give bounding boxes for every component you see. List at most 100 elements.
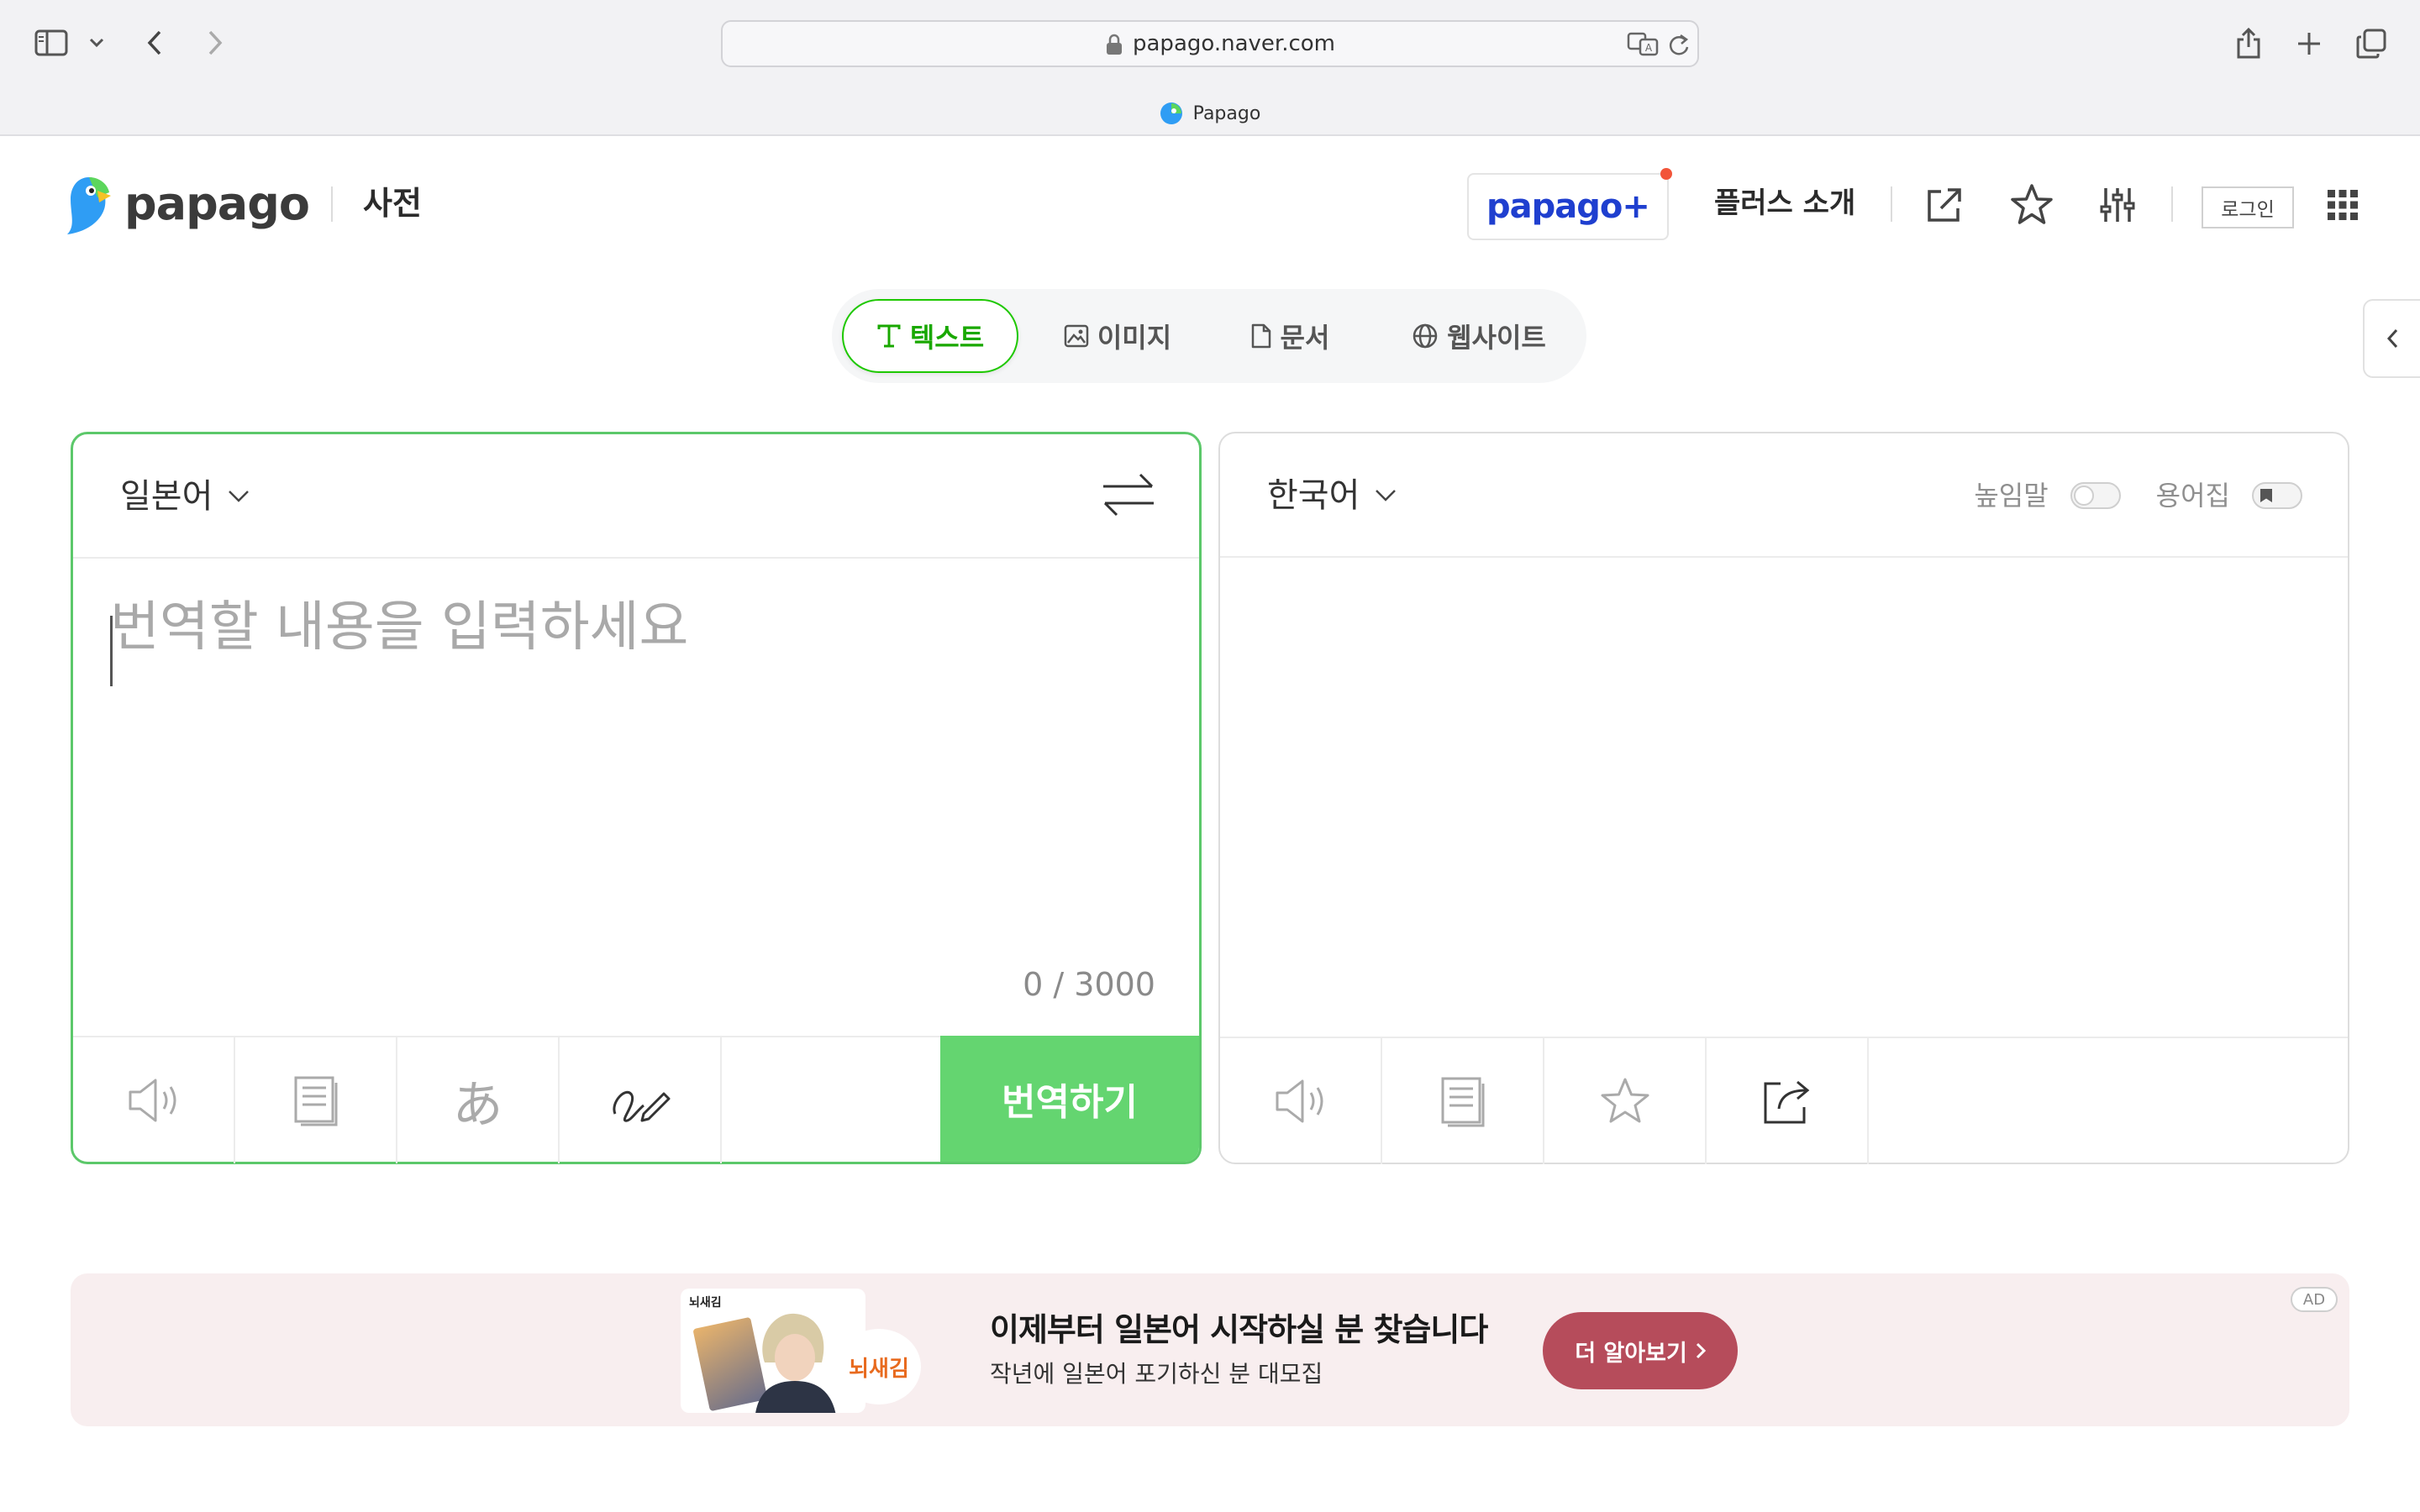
address-bar[interactable]: papago.naver.com A [721,20,1699,67]
favorites-star-icon[interactable] [2007,180,2057,230]
character-counter: 0 / 3000 [1023,966,1155,1003]
url-text: papago.naver.com [1133,31,1335,56]
apps-grid-icon[interactable] [2317,180,2368,230]
lock-icon [1106,34,1123,59]
star-icon [1601,1078,1649,1123]
honorific-label: 높임말 [1974,480,2049,512]
ad-tag: AD [2291,1287,2338,1312]
source-text-input[interactable] [110,594,1152,913]
forward-icon[interactable] [198,24,232,62]
tab-text-label: 텍스트 [909,322,985,354]
toggle-knob [2073,486,2094,506]
source-toolbar: あ 번역하기 [73,1036,1199,1163]
tab-document-label: 문서 [1280,322,1330,354]
ad-image: 뇌새김 [681,1289,865,1413]
login-button[interactable]: 로그인 [2202,186,2294,228]
save-favorite-button[interactable] [1544,1038,1707,1164]
share-icon [1764,1080,1809,1124]
speaker-icon [129,1079,176,1122]
glossary-label: 용어집 [2155,480,2230,512]
globe-icon [1413,323,1438,349]
back-icon[interactable] [138,24,171,62]
reload-icon[interactable] [1667,32,1691,60]
dictionary-link[interactable]: 사전 [363,183,422,223]
ad-cta-label: 더 알아보기 [1575,1340,1687,1367]
ad-brand-badge: 뇌새김 [837,1329,921,1404]
papago-logo[interactable]: papago [66,172,310,236]
tab-overview-icon[interactable] [2353,25,2390,62]
tab-website-label: 웹사이트 [1447,322,1546,354]
bookmark-icon [2260,489,2272,502]
text-caret [110,616,113,686]
handwriting-button[interactable] [560,1037,722,1163]
copy-icon [1441,1077,1484,1127]
target-options: 높임말 용어집 [1974,477,2302,514]
target-copy-button[interactable] [1382,1038,1544,1164]
glossary-toggle[interactable] [2252,482,2302,509]
image-icon [1064,324,1089,348]
browser-chrome: papago.naver.com A Papago [0,0,2420,136]
hiragana-button[interactable]: あ [397,1037,560,1163]
source-copy-button[interactable] [235,1037,397,1163]
source-language-select[interactable]: 일본어 [120,473,250,520]
target-listen-button[interactable] [1220,1038,1382,1164]
chevron-down-icon [1376,490,1397,501]
chevron-down-icon [229,491,250,502]
hiragana-icon: あ [452,1075,503,1135]
papago-plus-button[interactable]: papago+ [1467,168,1672,240]
header-divider [1891,186,1892,222]
settings-sliders-icon[interactable] [2092,180,2143,230]
swap-languages-icon[interactable] [1102,471,1155,522]
new-tab-icon[interactable] [2291,25,2328,62]
chevron-right-icon [1696,1342,1706,1359]
external-link-icon[interactable] [1919,180,1970,230]
header-divider [331,186,333,222]
ad-badge-text: 뇌새김 [849,1356,909,1382]
chevron-left-icon [2386,328,2398,349]
handwriting-icon [612,1090,670,1122]
ad-subtitle: 작년에 일본어 포기하신 분 대모집 [990,1360,1323,1388]
tab-title: Papago [1192,102,1261,124]
share-result-button[interactable] [1707,1038,1869,1164]
svg-text:A: A [1645,42,1653,54]
tab-document[interactable]: 문서 [1227,299,1353,373]
ad-banner[interactable]: 뇌새김 뇌새김 이제부터 일본어 시작하실 분 찾습니다 작년에 일본어 포기하… [71,1273,2349,1426]
source-language-label: 일본어 [120,477,213,516]
translation-mode-tabs: 텍스트 이미지 문서 웹사이트 [832,289,1586,383]
tab-text[interactable]: 텍스트 [842,299,1018,373]
browser-tab[interactable]: Papago [0,94,2420,133]
sidebar-toggle-icon[interactable] [32,25,71,60]
chevron-down-icon[interactable] [84,30,109,55]
speaker-icon [1276,1079,1323,1123]
source-listen-button[interactable] [73,1037,235,1163]
notification-dot [1660,168,1672,180]
side-panel-toggle[interactable] [2363,299,2420,378]
document-icon [1251,323,1270,349]
source-panel: 일본어 0 / 3000 あ 번역하기 [71,432,1202,1164]
share-icon[interactable] [2230,24,2267,62]
text-icon [877,324,901,348]
translate-button[interactable]: 번역하기 [940,1036,1199,1162]
tab-image-label: 이미지 [1097,322,1172,354]
target-toolbar [1220,1037,2348,1164]
ad-learn-more-button[interactable]: 더 알아보기 [1543,1312,1738,1389]
translate-page-icon[interactable]: A [1627,32,1660,60]
copy-icon [294,1076,337,1126]
honorific-toggle[interactable] [2070,482,2121,509]
ad-person-graphic [755,1313,836,1413]
ad-title: 이제부터 일본어 시작하실 분 찾습니다 [990,1311,1488,1348]
target-panel: 한국어 높임말 용어집 [1218,432,2349,1164]
header-divider [2171,186,2173,222]
tab-website[interactable]: 웹사이트 [1386,299,1571,373]
source-panel-header: 일본어 [73,434,1199,559]
target-panel-header: 한국어 높임말 용어집 [1220,433,2348,558]
papago-favicon-icon [1160,102,1182,124]
plus-intro-link[interactable]: 플러스 소개 [1714,183,1855,223]
ad-brand-small: 뇌새김 [689,1296,722,1310]
papago-plus-label: papago+ [1486,187,1650,226]
target-language-select[interactable]: 한국어 [1267,472,1397,519]
target-language-label: 한국어 [1267,476,1360,515]
logo-wordmark: papago [124,177,310,230]
papago-parrot-icon [67,177,111,234]
tab-image[interactable]: 이미지 [1042,299,1193,373]
